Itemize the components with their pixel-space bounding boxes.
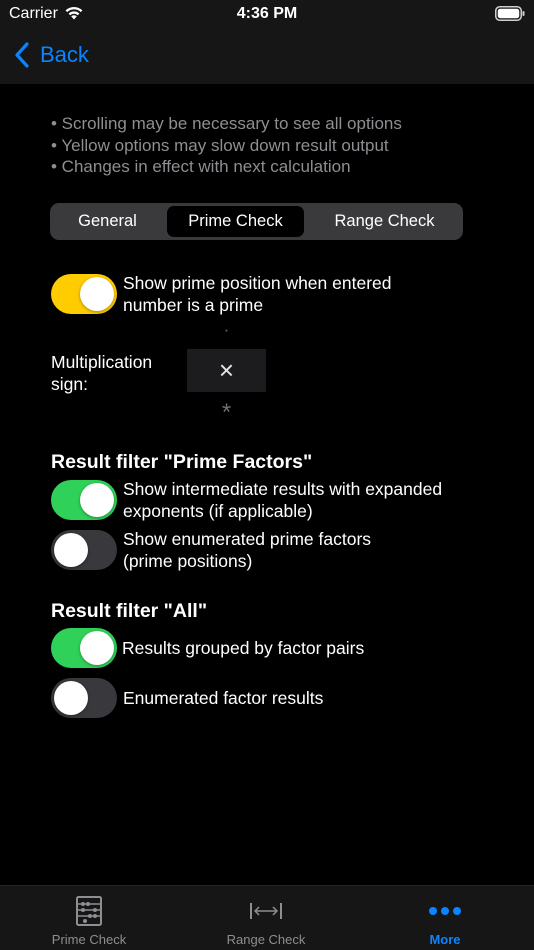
hint-yellow-options: • Yellow options may slow down result ou… [51,135,389,155]
hint-list: • Scrolling may be necessary to see all … [51,113,521,178]
picker-selected-times[interactable]: × [187,349,266,392]
tab-more-label: More [429,932,461,947]
segment-general[interactable]: General [53,206,162,237]
section-title-all: Result filter "All" [51,600,208,622]
hint-changes: • Changes in effect with next calculatio… [51,157,351,176]
multiplication-sign-label: Multiplication sign: [51,352,153,394]
back-label: Back [40,42,89,67]
status-bar: Carrier 4:36 PM [0,0,534,30]
picker-option-asterisk[interactable]: * [187,399,266,427]
segment-range-check[interactable]: Range Check [309,206,460,237]
more-dots-icon [428,895,462,927]
tab-more[interactable]: More [384,886,506,950]
segment-prime-check[interactable]: Prime Check [167,206,304,237]
intermediate-results-toggle[interactable] [51,480,117,520]
chevron-left-icon [15,42,29,68]
toggle-knob [54,533,88,567]
factor-pairs-label: Results grouped by factor pairs [122,638,365,658]
enumerated-factor-results-label: Enumerated factor results [123,688,324,708]
enumerated-prime-factors-toggle[interactable] [51,530,117,570]
toggle-knob [54,681,88,715]
settings-segmented-control: General Prime Check Range Check [50,203,463,240]
picker-option-dot[interactable]: · [187,320,266,340]
tab-range-check[interactable]: Range Check [205,886,327,950]
settings-screen: Carrier 4:36 PM Back • Scrolling may be … [0,0,534,950]
back-button[interactable]: Back [14,39,89,71]
prime-position-toggle[interactable] [51,274,117,314]
status-time: 4:36 PM [236,5,298,22]
tab-prime-check-label: Prime Check [51,932,127,947]
tab-prime-check[interactable]: Prime Check [28,886,150,950]
toggle-knob [80,631,114,665]
enumerated-prime-factors-label: Show enumerated prime factors (prime pos… [123,529,372,571]
battery-icon [495,6,525,21]
navigation-bar: Back [0,30,534,84]
factor-pairs-toggle[interactable] [51,628,117,668]
section-title-prime-factors: Result filter "Prime Factors" [51,451,313,473]
enumerated-factor-results-toggle[interactable] [51,678,117,718]
abacus-icon [76,895,102,927]
prime-position-label: Show prime position when entered number … [123,273,392,315]
intermediate-results-label: Show intermediate results with expanded … [123,479,443,521]
toggle-knob [80,483,114,517]
tab-bar: Prime Check Range Check More [0,885,534,950]
tab-range-check-label: Range Check [226,932,306,947]
range-arrows-icon [249,895,283,927]
hint-scrolling: • Scrolling may be necessary to see all … [51,114,402,133]
toggle-knob [80,277,114,311]
